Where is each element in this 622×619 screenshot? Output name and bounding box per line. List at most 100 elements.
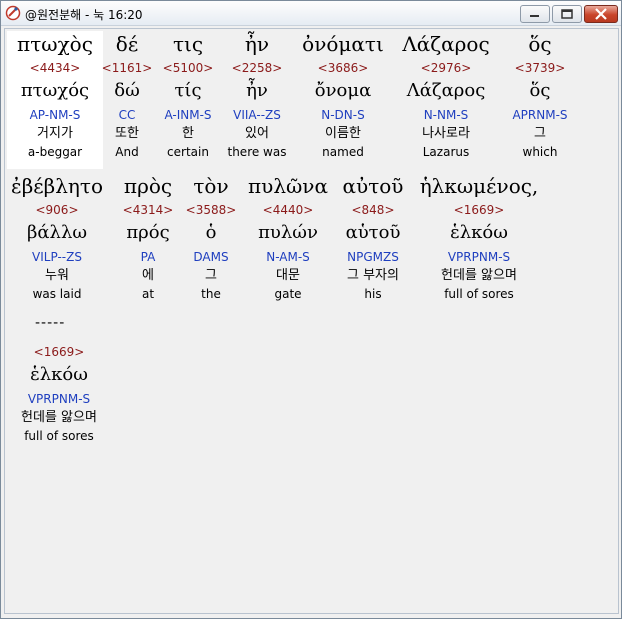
lemma: Λάζαρος bbox=[406, 80, 486, 101]
lemma: ὁ bbox=[205, 222, 217, 243]
word-cell[interactable]: ἐβέβλητο <906> βάλλω VILP--ZS 누워 was lai… bbox=[5, 171, 109, 303]
parse-code[interactable]: APRNM-S bbox=[499, 105, 581, 125]
word-cell[interactable]: ὅς <3739> ὅς APRNM-S 그 which bbox=[499, 29, 581, 161]
greek-word: πτωχὸς bbox=[17, 32, 93, 56]
app-window: @원전분해 - 눅 16:20 πτωχὸς <4434> πτωχός AP-… bbox=[0, 0, 622, 619]
lemma: ἦν bbox=[246, 80, 268, 101]
parse-code[interactable]: N-AM-S bbox=[241, 247, 335, 267]
word-cell[interactable]: πτωχὸς <4434> πτωχός AP-NM-S 거지가 a-begga… bbox=[7, 29, 103, 161]
strong-number[interactable]: <1161> bbox=[99, 59, 155, 77]
lemma: βάλλω bbox=[26, 222, 88, 243]
app-icon bbox=[5, 5, 21, 21]
parse-code[interactable]: CC bbox=[99, 105, 155, 125]
strong-number[interactable]: <3588> bbox=[183, 201, 239, 219]
lemma: πρός bbox=[126, 222, 170, 243]
strong-number[interactable]: <3686> bbox=[293, 59, 393, 77]
parse-code[interactable]: N-DN-S bbox=[293, 105, 393, 125]
window-title: @원전분해 - 눅 16:20 bbox=[25, 8, 143, 22]
english-gloss: was laid bbox=[32, 287, 82, 301]
lemma: ἑλκόω bbox=[30, 364, 88, 385]
word-cell[interactable]: τὸν <3588> ὁ DAMS 그 the bbox=[183, 171, 239, 303]
korean-gloss: 또한 bbox=[115, 126, 139, 141]
strong-number[interactable]: <4440> bbox=[241, 201, 335, 219]
close-icon bbox=[595, 8, 607, 20]
word-cell[interactable]: Λάζαρος <2976> Λάζαρος N-NM-S 나사로라 Lazar… bbox=[393, 29, 499, 161]
english-gloss: at bbox=[141, 287, 155, 301]
greek-word: αὐτοῦ bbox=[342, 174, 404, 198]
word-cell[interactable]: δέ <1161> δώ CC 또한 And bbox=[99, 29, 155, 161]
word-cell[interactable]: ὀνόματι <3686> ὄνομα N-DN-S 이름한 named bbox=[293, 29, 393, 161]
korean-gloss: 헌데를 앓으며 bbox=[21, 410, 97, 425]
strong-number[interactable]: <5100> bbox=[155, 59, 221, 77]
greek-word: Λάζαρος bbox=[402, 32, 490, 56]
greek-word: πυλῶνα bbox=[248, 174, 328, 198]
lemma: τίς bbox=[174, 80, 202, 101]
greek-word: τὸν bbox=[193, 174, 229, 198]
greek-word: τις bbox=[172, 32, 204, 56]
strong-number[interactable]: <4434> bbox=[7, 59, 103, 77]
korean-gloss: 있어 bbox=[245, 126, 269, 141]
english-gloss: gate bbox=[274, 287, 302, 301]
word-cell[interactable]: ἦν <2258> ἦν VIIA--ZS 있어 there was bbox=[221, 29, 293, 161]
parse-code[interactable]: VPRPNM-S bbox=[7, 389, 111, 409]
korean-gloss: 그 bbox=[534, 126, 546, 141]
strong-number[interactable]: <2976> bbox=[393, 59, 499, 77]
word-cell[interactable]: πρὸς <4314> πρός PA 에 at bbox=[113, 171, 183, 303]
english-gloss: full of sores bbox=[444, 287, 514, 301]
korean-gloss: 거지가 bbox=[37, 126, 73, 141]
lemma: ὄνομα bbox=[314, 80, 372, 101]
greek-word: ὀνόματι bbox=[302, 32, 384, 56]
separator-line: ----- bbox=[35, 315, 66, 331]
greek-word: ἐβέβλητο bbox=[11, 174, 103, 198]
maximize-icon bbox=[561, 9, 573, 19]
greek-word: ἡλκωμένος, bbox=[419, 174, 539, 198]
greek-word: ἦν bbox=[244, 32, 270, 56]
parse-code[interactable]: VILP--ZS bbox=[5, 247, 109, 267]
parse-code[interactable]: N-NM-S bbox=[393, 105, 499, 125]
strong-number[interactable]: <1669> bbox=[417, 201, 541, 219]
english-gloss: which bbox=[522, 145, 558, 159]
parse-code[interactable]: A-INM-S bbox=[155, 105, 221, 125]
parse-code[interactable]: VPRPNM-S bbox=[417, 247, 541, 267]
word-cell[interactable]: πυλῶνα <4440> πυλών N-AM-S 대문 gate bbox=[241, 171, 335, 303]
korean-gloss: 이름한 bbox=[325, 126, 361, 141]
strong-number[interactable]: <848> bbox=[335, 201, 411, 219]
korean-gloss: 한 bbox=[182, 126, 194, 141]
korean-gloss: 나사로라 bbox=[422, 126, 470, 141]
korean-gloss: 그 부자의 bbox=[347, 268, 399, 283]
parse-code[interactable]: PA bbox=[113, 247, 183, 267]
parse-code[interactable]: AP-NM-S bbox=[7, 105, 103, 125]
strong-number[interactable]: <3739> bbox=[499, 59, 581, 77]
parse-code[interactable]: DAMS bbox=[183, 247, 239, 267]
strong-number[interactable]: <2258> bbox=[221, 59, 293, 77]
word-cell[interactable]: ἡλκωμένος, <1669> ἑλκόω VPRPNM-S 헌데를 앓으며… bbox=[417, 171, 541, 303]
title-bar[interactable]: @원전분해 - 눅 16:20 bbox=[1, 1, 621, 26]
minimize-icon bbox=[530, 15, 539, 17]
korean-gloss: 헌데를 앓으며 bbox=[441, 268, 517, 283]
lemma: πυλών bbox=[258, 222, 318, 243]
english-gloss: full of sores bbox=[24, 429, 94, 443]
parse-code[interactable]: VIIA--ZS bbox=[221, 105, 293, 125]
close-button[interactable] bbox=[584, 5, 618, 23]
extra-word-cell[interactable]: <1669> ἑλκόω VPRPNM-S 헌데를 앓으며 full of so… bbox=[7, 343, 111, 445]
strong-number[interactable]: <4314> bbox=[113, 201, 183, 219]
parse-code[interactable]: NPGMZS bbox=[335, 247, 411, 267]
word-cell[interactable]: αὐτοῦ <848> αὑτοῦ NPGMZS 그 부자의 his bbox=[335, 171, 411, 303]
strong-number[interactable]: <1669> bbox=[7, 343, 111, 361]
maximize-button[interactable] bbox=[552, 5, 582, 23]
english-gloss: a-beggar bbox=[27, 145, 83, 159]
english-gloss: And bbox=[115, 145, 139, 159]
word-cell[interactable]: τις <5100> τίς A-INM-S 한 certain bbox=[155, 29, 221, 161]
korean-gloss: 누워 bbox=[45, 268, 69, 283]
english-gloss: certain bbox=[167, 145, 209, 159]
lemma: πτωχός bbox=[20, 80, 90, 101]
strong-number[interactable]: <906> bbox=[5, 201, 109, 219]
analysis-panel: πτωχὸς <4434> πτωχός AP-NM-S 거지가 a-begga… bbox=[4, 28, 619, 614]
english-gloss: Lazarus bbox=[422, 145, 470, 159]
greek-word: ὅς bbox=[528, 32, 552, 56]
greek-word: δέ bbox=[115, 32, 139, 56]
minimize-button[interactable] bbox=[520, 5, 550, 23]
greek-word: πρὸς bbox=[123, 174, 173, 198]
english-gloss: named bbox=[322, 145, 364, 159]
lemma: δώ bbox=[114, 80, 140, 101]
